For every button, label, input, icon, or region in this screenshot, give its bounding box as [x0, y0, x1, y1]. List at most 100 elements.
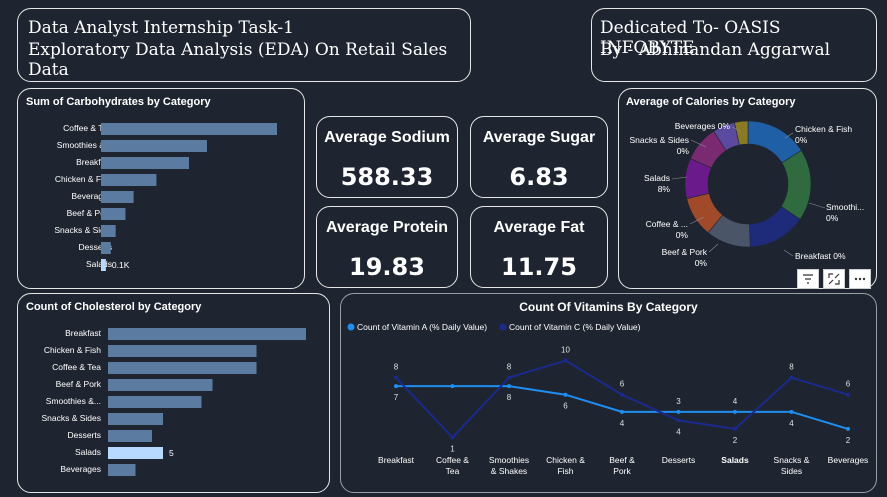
donut-slice[interactable] [780, 150, 812, 220]
bar[interactable] [108, 396, 202, 408]
kpi-value: 19.83 [349, 253, 425, 281]
x-tick-label: Breakfast [378, 455, 415, 465]
bar[interactable] [101, 157, 189, 169]
category-label: Coffee & Tea [52, 362, 101, 372]
data-label: 6 [846, 380, 851, 389]
data-label: 10 [561, 346, 570, 355]
bar[interactable] [108, 447, 163, 459]
bar[interactable] [108, 379, 213, 391]
data-label: 2 [846, 436, 851, 445]
data-label: 4 [620, 419, 625, 428]
title-panel: Data Analyst Internship Task-1 Explorato… [17, 8, 471, 82]
bar[interactable] [101, 259, 106, 271]
slice-value-label: 0% [695, 258, 708, 268]
bar[interactable] [101, 191, 134, 203]
data-point [620, 409, 624, 414]
x-tick-label: Fish [557, 466, 573, 476]
cholesterol-bar-chart[interactable]: Breakfast Chicken & Fish Coffee & Tea Beef … [18, 314, 328, 494]
bar[interactable] [108, 328, 306, 340]
data-point [676, 418, 681, 423]
kpi-value: 6.83 [509, 163, 569, 191]
kpi-value: 11.75 [501, 253, 577, 281]
bar[interactable] [101, 140, 207, 152]
category-label: Breakfast [65, 328, 102, 338]
x-tick-label: Sides [781, 466, 802, 476]
category-label: Beef & Pork [56, 379, 102, 389]
report-title-line2: Exploratory Data Analysis (EDA) On Retai… [28, 40, 448, 80]
report-title-line1: Data Analyst Internship Task-1 [28, 18, 294, 38]
kpi-average-fat[interactable]: Average Fat 11.75 [470, 206, 608, 288]
bar[interactable] [101, 242, 111, 254]
data-label: 4 [676, 427, 681, 436]
slice-value-label: 0% [795, 135, 808, 145]
kpi-label: Average Sodium [324, 129, 450, 146]
slice-label: Beef & Pork [662, 247, 708, 257]
bar[interactable] [101, 208, 126, 220]
slice-value-label: 0% [676, 230, 689, 240]
filter-icon[interactable] [797, 269, 819, 289]
legend-marker [499, 323, 507, 331]
data-label: 4 [733, 397, 738, 406]
data-point [620, 392, 624, 397]
data-point [394, 375, 398, 380]
data-point [733, 426, 737, 431]
kpi-average-sugar[interactable]: Average Sugar 6.83 [470, 116, 608, 198]
slice-label: Smoothi... [826, 202, 864, 212]
x-tick-label: Salads [721, 455, 749, 465]
bar[interactable] [108, 345, 257, 357]
dedication-panel: Dedicated To- OASIS INFOBYTE By - Abhina… [591, 8, 877, 82]
bar[interactable] [101, 174, 157, 186]
data-point [507, 375, 511, 380]
leader-line [783, 249, 794, 257]
calories-chart-panel[interactable]: Average of Calories by Category Chicken … [618, 88, 877, 289]
kpi-average-protein[interactable]: Average Protein 19.83 [316, 206, 458, 288]
kpi-label: Average Sugar [482, 129, 596, 146]
chart-title: Count Of Vitamins By Category [519, 300, 698, 314]
slice-label: Coffee & ... [646, 219, 688, 229]
x-tick-label: Beef & [609, 455, 635, 465]
data-label: 8 [789, 363, 794, 372]
vitamins-line-chart[interactable]: Count of Vitamin A (% Daily Value) Count … [341, 314, 875, 492]
x-tick-label: Beverages [828, 455, 869, 465]
data-point [450, 435, 455, 440]
x-tick-label: Coffee & [436, 455, 469, 465]
data-point [789, 375, 794, 380]
bar[interactable] [108, 362, 257, 374]
leader-line [708, 243, 719, 253]
vitamins-chart-panel[interactable]: Count Of Vitamins By Category Count of V… [340, 293, 877, 493]
carbohydrates-bar-chart[interactable]: Coffee & TeaSmoothies &...BreakfastChick… [18, 109, 303, 289]
slice-label: Chicken & Fish [795, 124, 852, 134]
data-point [450, 384, 455, 389]
bar[interactable] [108, 430, 152, 442]
cholesterol-chart-panel[interactable]: Count of Cholesterol by Category Breakfa… [17, 293, 330, 493]
calories-donut-chart[interactable]: Chicken & Fish0%Smoothi...0%Breakfast 0%… [619, 107, 875, 287]
category-label: Salads [75, 447, 101, 457]
data-label: 4 [789, 419, 794, 428]
legend-marker [347, 323, 355, 331]
kpi-label: Average Protein [325, 219, 449, 236]
legend-label: Count of Vitamin C (% Daily Value) [509, 322, 641, 332]
data-label: 0.1K [112, 260, 130, 270]
x-tick-label: Smoothies [489, 455, 529, 465]
bar[interactable] [101, 225, 116, 237]
category-label: Desserts [67, 430, 101, 440]
bar[interactable] [101, 123, 277, 135]
bar[interactable] [108, 464, 136, 476]
chart-title: Sum of Carbohydrates by Category [26, 96, 211, 108]
leader-line [671, 176, 688, 180]
slice-label: Breakfast 0% [795, 251, 846, 261]
carbohydrates-chart-panel[interactable]: Sum of Carbohydrates by Category Coffee … [17, 88, 305, 289]
data-point [676, 409, 681, 414]
more-options-icon[interactable] [849, 269, 871, 289]
slice-label: Salads [644, 173, 670, 183]
focus-mode-icon[interactable] [823, 269, 845, 289]
kpi-average-sodium[interactable]: Average Sodium 588.33 [316, 116, 458, 198]
slice-label: Beverages 0% [675, 121, 731, 131]
data-label: 6 [620, 380, 625, 389]
leader-line [808, 202, 826, 209]
chart-title: Count of Cholesterol by Category [26, 301, 202, 313]
x-tick-label: & Shakes [491, 466, 527, 476]
bar[interactable] [108, 413, 163, 425]
kpi-label: Average Fat [493, 219, 585, 236]
data-point [846, 426, 850, 431]
